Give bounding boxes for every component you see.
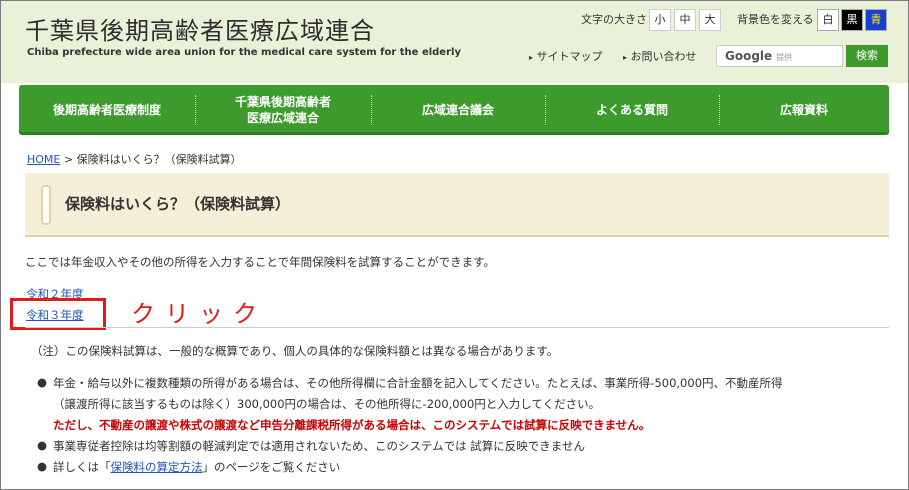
- bg-white-button[interactable]: 白: [817, 9, 839, 31]
- search-button[interactable]: 検索: [846, 45, 888, 67]
- bg-black-button[interactable]: 黒: [841, 9, 863, 31]
- contact-label: お問い合わせ: [630, 50, 697, 63]
- nav-item-assembly[interactable]: 広域連合議会: [371, 85, 545, 135]
- intro-text: ここでは年金収入やその他の所得を入力することで年間保険料を試算することができます…: [25, 255, 495, 269]
- contact-link[interactable]: ▸ お問い合わせ: [623, 48, 697, 64]
- bullet-text: 詳しくは「保険料の算定方法」のページをご覧ください: [53, 459, 340, 475]
- note-text: （注）この保険料試算は、一般的な概算であり、個人の具体的な保険料額とは異なる場合…: [31, 344, 559, 358]
- bullet-suffix: 」のページをご覧ください: [202, 460, 341, 474]
- sitemap-label: サイトマップ: [536, 50, 603, 63]
- bullet-icon: ●: [37, 438, 48, 452]
- site-header: 千葉県後期高齢者医療広域連合 Chiba prefecture wide are…: [1, 1, 908, 83]
- search-input[interactable]: Google 提供: [716, 45, 843, 67]
- nav-item-faq[interactable]: よくある質問: [545, 85, 719, 135]
- warning-text: ただし、不動産の譲渡や株式の譲渡など申告分離課税所得がある場合は、このシステムで…: [53, 418, 651, 432]
- divider: [25, 327, 889, 328]
- bg-color-label: 背景色を変える: [737, 13, 814, 26]
- calculation-method-link[interactable]: 保険料の算定方法: [111, 460, 203, 474]
- site-subtitle: Chiba prefecture wide area union for the…: [27, 47, 461, 58]
- font-size-small-button[interactable]: 小: [649, 9, 671, 31]
- bullet-text: 事業専従者控除は均等割額の軽減判定では適用されないため、このシステムでは 試算に…: [53, 439, 585, 453]
- global-nav: 後期高齢者医療制度 千葉県後期高齢者 医療広域連合 広域連合議会 よくある質問 …: [19, 85, 889, 135]
- bullet-icon: ●: [37, 459, 48, 473]
- nav-item-union[interactable]: 千葉県後期高齢者 医療広域連合: [195, 85, 371, 135]
- arrow-right-icon: ▸: [529, 53, 534, 62]
- arrow-right-icon: ▸: [623, 53, 628, 62]
- breadcrumb-home-link[interactable]: HOME: [27, 153, 60, 166]
- breadcrumb: HOME > 保険料はいくら？（保険料試算）: [27, 151, 242, 167]
- click-annotation: クリック: [131, 300, 267, 328]
- nav-item-medical-system[interactable]: 後期高齢者医療制度: [19, 85, 195, 135]
- bullet-text: 年金・給与以外に複数種類の所得がある場合は、その他所得欄に合計金額を記入してくだ…: [53, 376, 783, 390]
- site-title[interactable]: 千葉県後期高齢者医療広域連合: [25, 11, 375, 46]
- font-size-large-button[interactable]: 大: [699, 9, 721, 31]
- font-size-label: 文字の大きさ: [581, 13, 647, 26]
- bullet-prefix: 詳しくは「: [53, 460, 111, 474]
- search-brand-sub: 提供: [776, 53, 793, 62]
- page-frame: 千葉県後期高齢者医療広域連合 Chiba prefecture wide are…: [0, 0, 909, 490]
- page-heading-box: 保険料はいくら？（保険料試算）: [25, 173, 889, 237]
- bullet-icon: ●: [37, 375, 48, 389]
- bullet-text: （譲渡所得に該当するものは除く）300,000円の場合は、その他所得に-200,…: [53, 397, 601, 411]
- heading-decoration: [41, 185, 51, 225]
- breadcrumb-current: > 保険料はいくら？（保険料試算）: [60, 153, 242, 166]
- page-title: 保険料はいくら？（保険料試算）: [65, 195, 291, 213]
- sitemap-link[interactable]: ▸ サイトマップ: [529, 48, 603, 64]
- bg-blue-button[interactable]: 青: [865, 9, 887, 31]
- click-highlight-box: [10, 298, 106, 330]
- search-brand: Google: [725, 49, 773, 63]
- font-size-medium-button[interactable]: 中: [674, 9, 696, 31]
- nav-item-publications[interactable]: 広報資料: [719, 85, 889, 135]
